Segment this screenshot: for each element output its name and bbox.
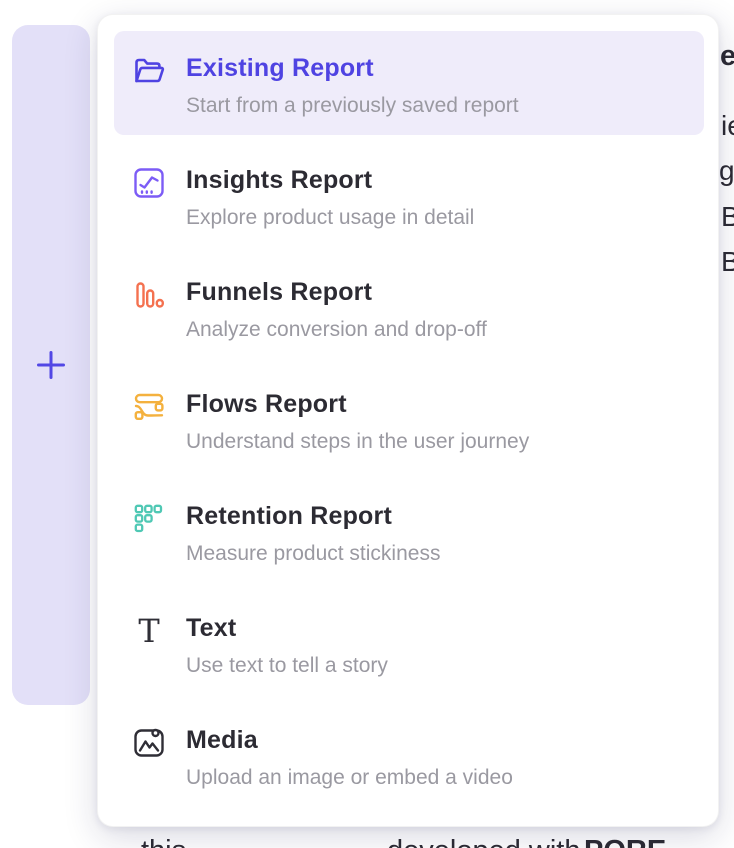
menu-item-description: Explore product usage in detail: [186, 205, 474, 231]
menu-item-title: Existing Report: [186, 53, 519, 83]
background-text-fragment: B: [721, 201, 734, 233]
menu-item-title: Text: [186, 613, 388, 643]
menu-item-title: Insights Report: [186, 165, 474, 195]
menu-item-title: Media: [186, 725, 513, 755]
menu-item-title: Retention Report: [186, 501, 440, 531]
insights-chart-icon: [131, 165, 167, 201]
background-text-fragment: this: [141, 835, 186, 848]
plus-icon: [36, 350, 66, 380]
menu-item-existing-report[interactable]: Existing Report Start from a previously …: [114, 31, 704, 135]
add-report-menu: Existing Report Start from a previously …: [97, 14, 719, 827]
screen: ex ie gE B B this developed with PORE: [0, 0, 734, 848]
text-icon: T: [131, 613, 167, 649]
folder-open-icon: [131, 53, 167, 89]
funnel-bars-icon: [131, 277, 167, 313]
background-text-fragment: B: [721, 246, 734, 278]
background-text-fragment: ie: [721, 110, 734, 142]
menu-item-title: Flows Report: [186, 389, 529, 419]
menu-item-description: Upload an image or embed a video: [186, 765, 513, 791]
background-text-fragment: gE: [719, 155, 734, 187]
menu-item-description: Analyze conversion and drop-off: [186, 317, 487, 343]
media-image-icon: [131, 725, 167, 761]
menu-item-description: Understand steps in the user journey: [186, 429, 529, 455]
menu-item-title: Funnels Report: [186, 277, 487, 307]
menu-item-media[interactable]: Media Upload an image or embed a video: [114, 703, 704, 807]
menu-item-description: Measure product stickiness: [186, 541, 440, 567]
menu-item-description: Use text to tell a story: [186, 653, 388, 679]
background-text-fragment: ex: [720, 40, 734, 73]
menu-item-description: Start from a previously saved report: [186, 93, 519, 119]
background-text-fragment: developed with: [387, 835, 580, 848]
background-text-fragment: PORE: [584, 835, 666, 848]
retention-grid-icon: [131, 501, 167, 537]
menu-item-funnels-report[interactable]: Funnels Report Analyze conversion and dr…: [114, 255, 704, 359]
menu-item-text[interactable]: T Text Use text to tell a story: [114, 591, 704, 695]
menu-item-retention-report[interactable]: Retention Report Measure product stickin…: [114, 479, 704, 583]
flows-icon: [131, 389, 167, 425]
menu-item-flows-report[interactable]: Flows Report Understand steps in the use…: [114, 367, 704, 471]
svg-text:T: T: [138, 613, 160, 649]
menu-item-insights-report[interactable]: Insights Report Explore product usage in…: [114, 143, 704, 247]
add-button[interactable]: [36, 350, 66, 380]
add-content-strip: [12, 25, 90, 705]
